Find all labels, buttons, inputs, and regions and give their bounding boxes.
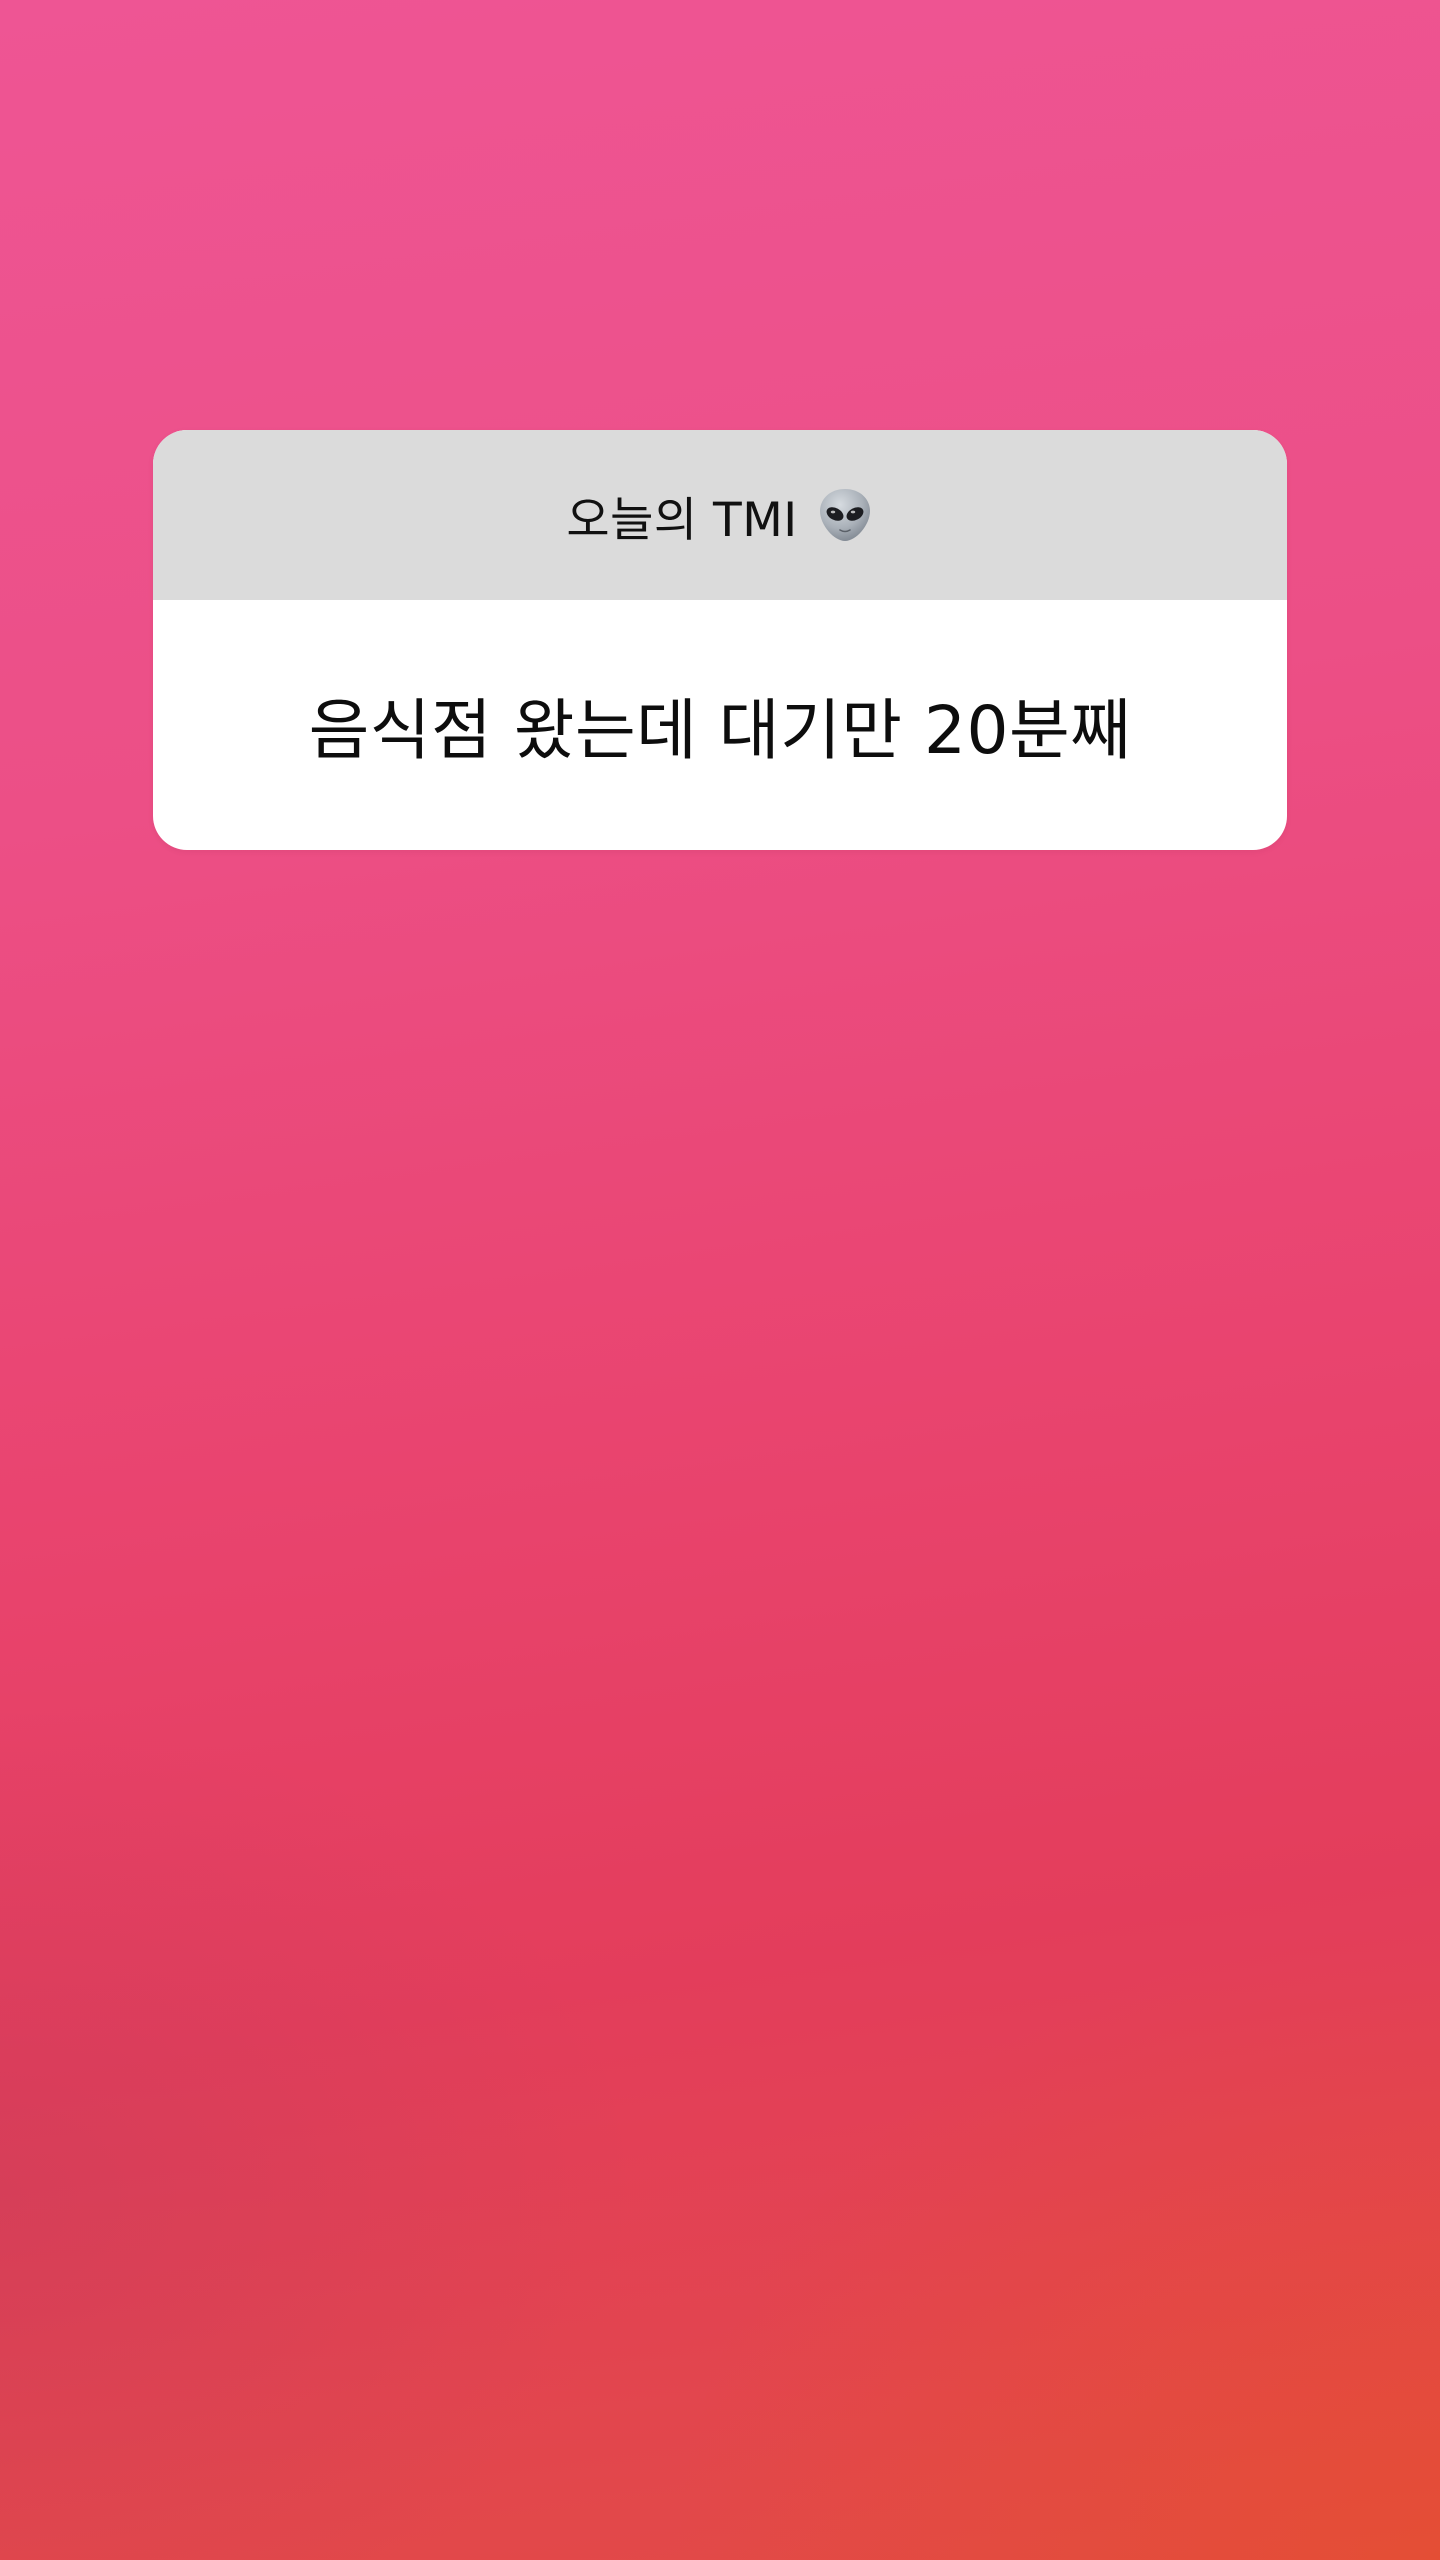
question-sticker-answer-area: 음식점 왔는데 대기만 20분째 (153, 600, 1287, 850)
answer-text: 음식점 왔는데 대기만 20분째 (308, 692, 1132, 769)
question-sticker-header: 오늘의 TMI (153, 430, 1287, 600)
question-sticker[interactable]: 오늘의 TMI 음식점 왔는데 대기만 20분째 (153, 430, 1287, 850)
question-prompt: 오늘의 TMI (566, 492, 798, 548)
story-background (0, 0, 1440, 2560)
alien-emoji-icon (816, 486, 874, 544)
